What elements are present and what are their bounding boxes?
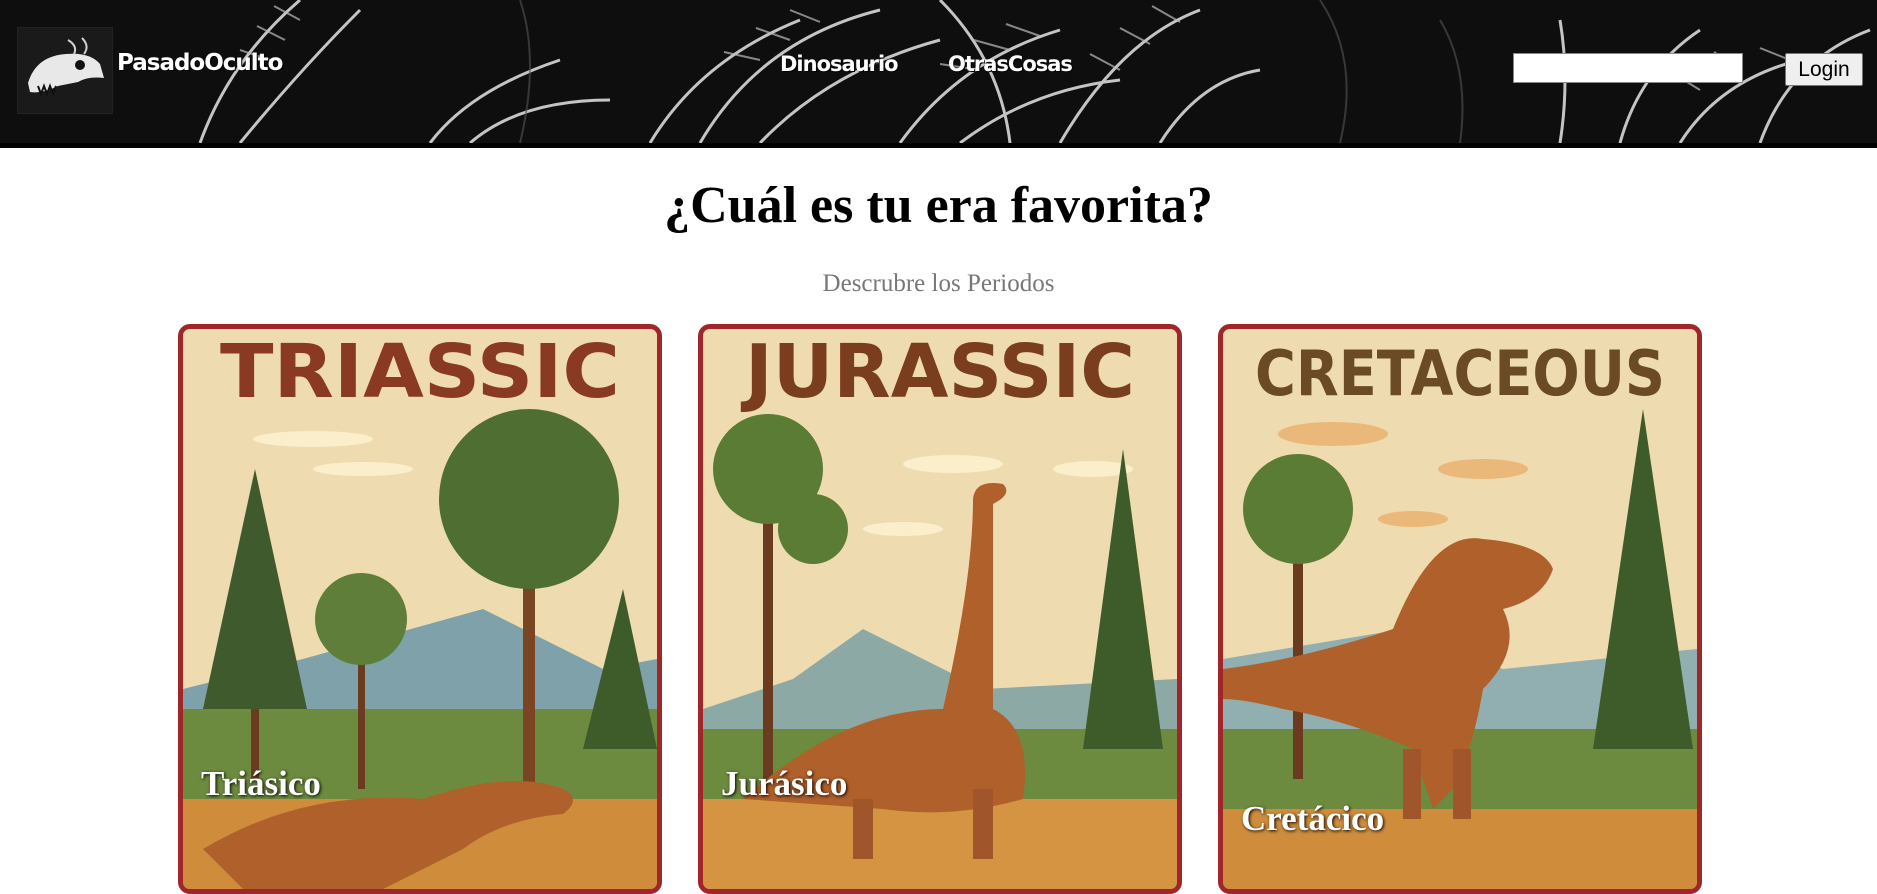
page-subtitle: Descrubre los Periodos — [822, 270, 1055, 297]
login-button[interactable]: Login — [1785, 53, 1863, 86]
search-input[interactable] — [1513, 53, 1743, 83]
nav-link-otrascosas[interactable]: OtrasCosas — [948, 52, 1073, 76]
era-card-triassic[interactable]: TRIASSIC Triásico — [178, 324, 662, 894]
page-title: ¿Cuál es tu era favorita? — [664, 177, 1213, 234]
nav-link-dinosaurio[interactable]: Dinosaurio — [780, 52, 899, 76]
brand-name[interactable]: PasadoOculto — [117, 50, 283, 76]
era-card-jurassic[interactable]: JURASSIC Jurásico — [698, 324, 1182, 894]
site-header: PasadoOculto Dinosaurio OtrasCosas Login — [0, 0, 1877, 148]
poster-title: JURASSIC — [740, 329, 1135, 415]
triassic-poster-image: TRIASSIC — [183, 329, 657, 889]
era-label-triassic: Triásico — [201, 764, 321, 803]
era-label-cretaceous: Cretácico — [1241, 799, 1385, 838]
poster-title: CRETACEOUS — [1255, 337, 1665, 410]
era-label-jurassic: Jurásico — [721, 764, 848, 803]
jurassic-poster-image: JURASSIC — [703, 329, 1177, 889]
poster-title: TRIASSIC — [220, 329, 620, 415]
era-card-cretaceous[interactable]: CRETACEOUS Cretácico — [1218, 324, 1702, 894]
dinosaur-skull-icon — [28, 37, 104, 97]
logo[interactable] — [17, 27, 113, 114]
